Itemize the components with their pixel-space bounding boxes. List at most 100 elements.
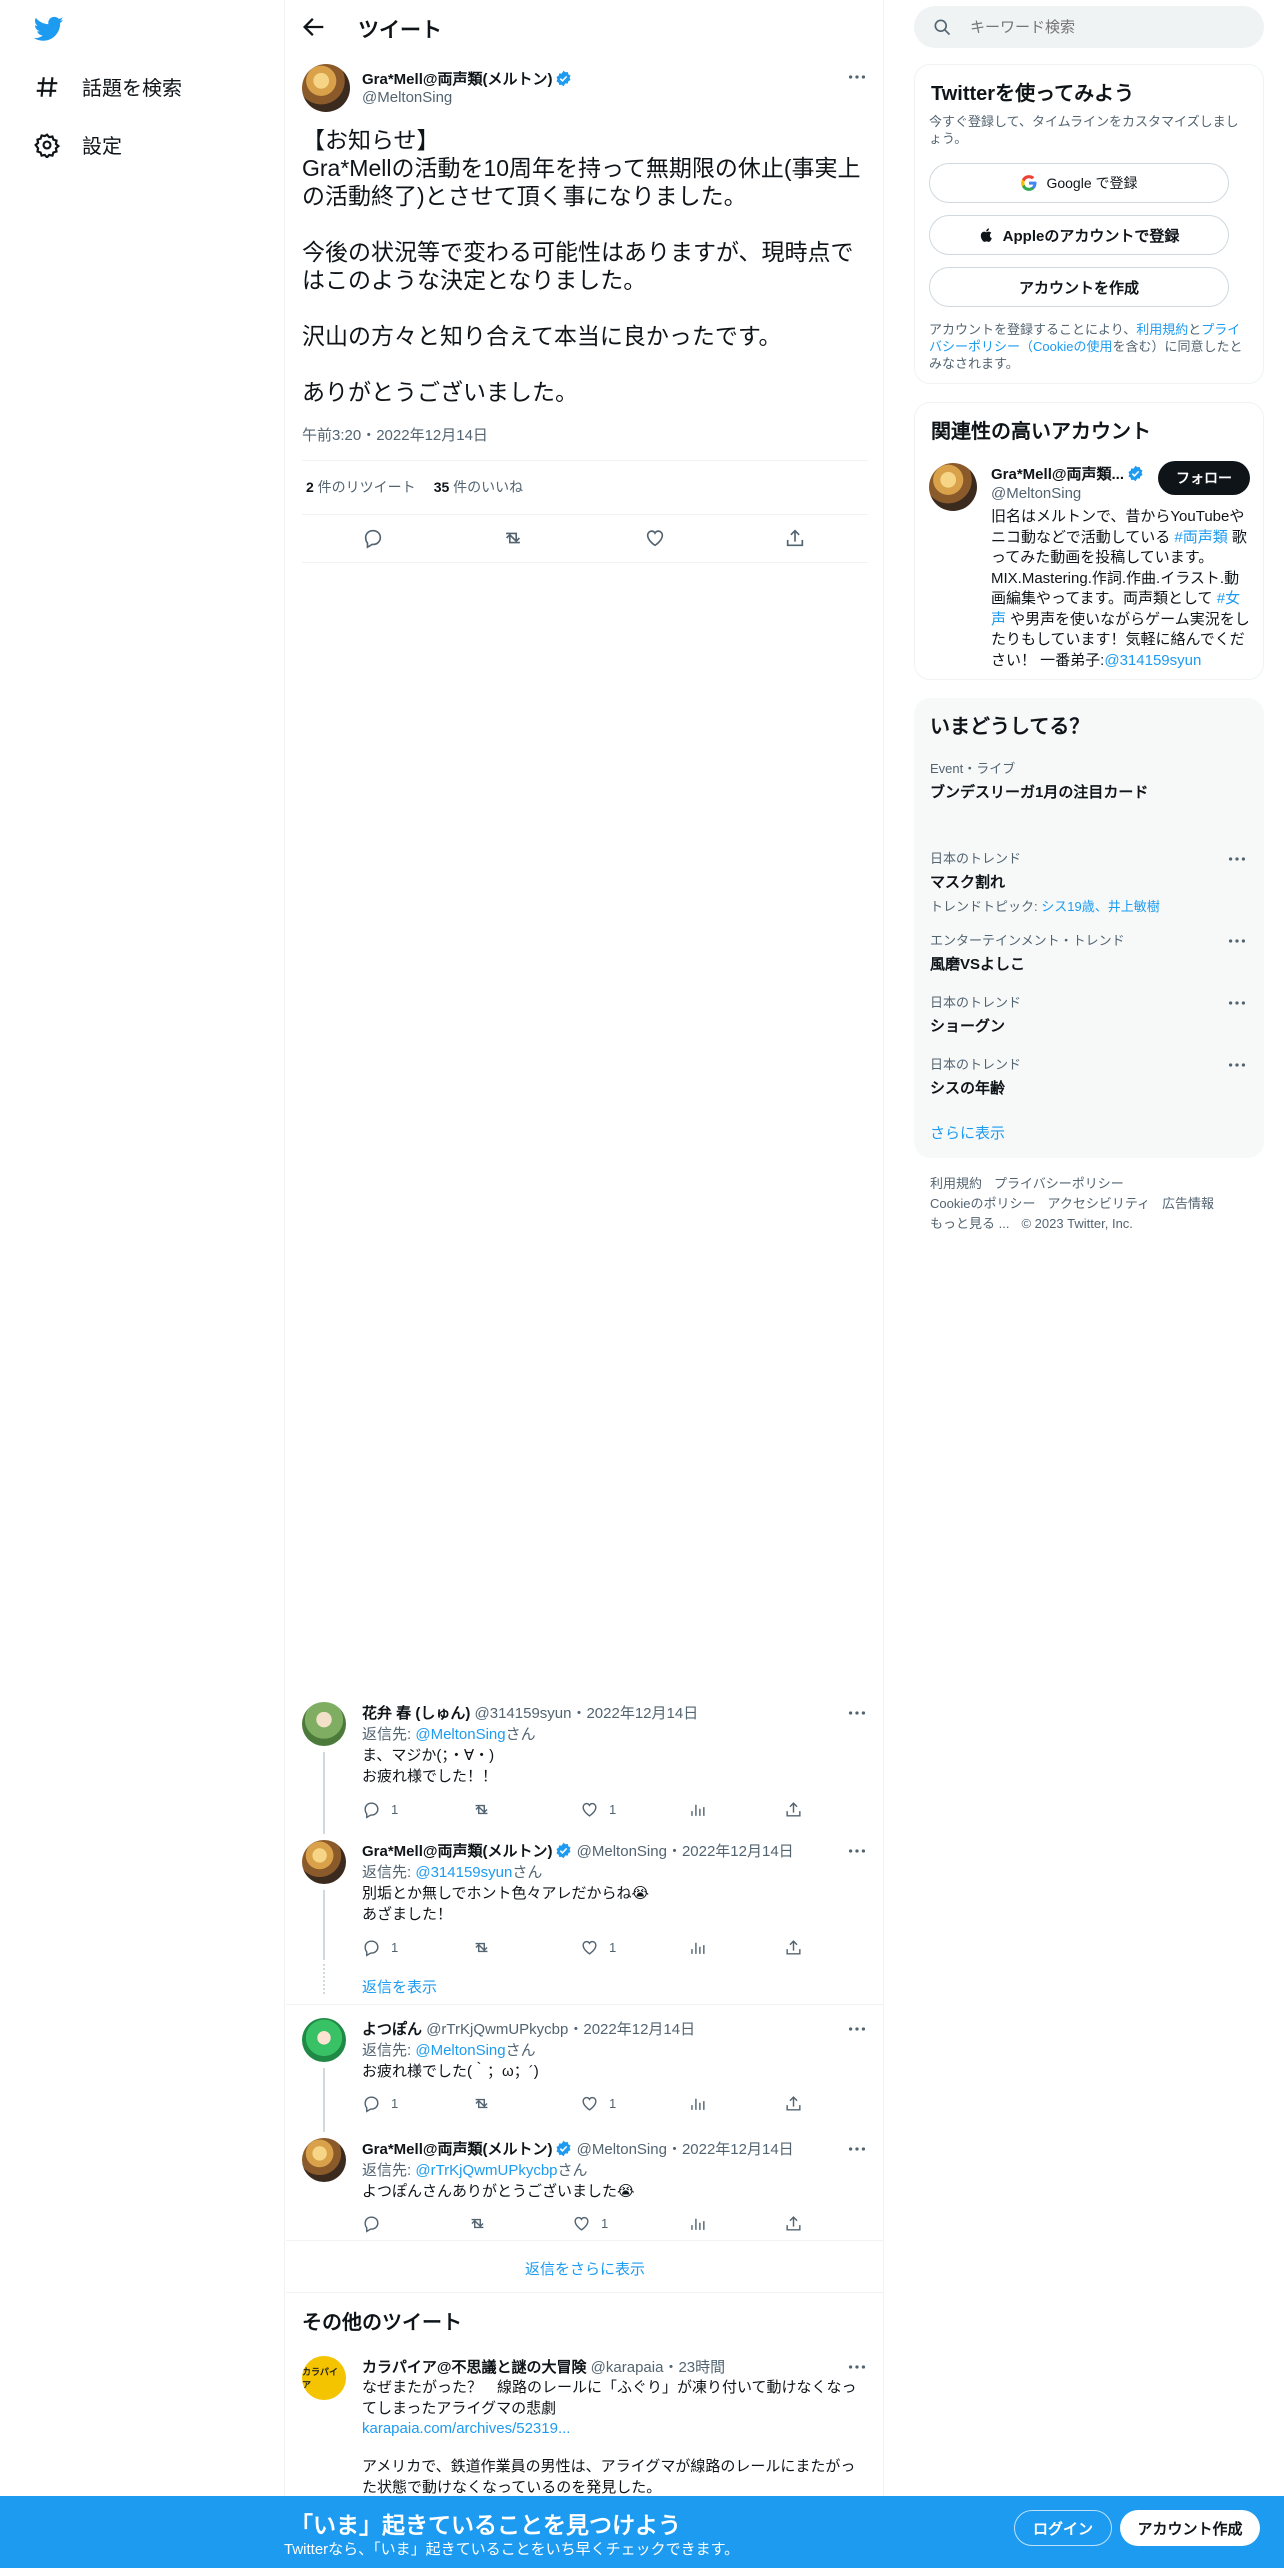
trend-item[interactable]: 日本のトレンド ショーグン bbox=[930, 992, 1248, 1036]
reply-date[interactable]: ・2022年12月14日 bbox=[667, 2141, 794, 2158]
more-options-icon[interactable] bbox=[846, 1840, 868, 1862]
reply-button[interactable]: 1 bbox=[362, 1938, 398, 1957]
cookie-link[interactable]: Cookieの使用 bbox=[1033, 339, 1112, 354]
replying-to-mention[interactable]: @MeltonSing bbox=[415, 2042, 505, 2059]
more-options-icon[interactable] bbox=[846, 2018, 868, 2040]
retweet-icon[interactable] bbox=[502, 527, 524, 549]
footer-more-link[interactable]: もっと見る ... bbox=[930, 1216, 1009, 1231]
share-icon[interactable] bbox=[784, 527, 806, 549]
reply-date[interactable]: ・2022年12月14日 bbox=[667, 1843, 794, 1860]
footer-cookie-link[interactable]: Cookieのポリシー bbox=[930, 1196, 1035, 1211]
show-more-replies-button[interactable]: 返信をさらに表示 bbox=[286, 2258, 884, 2279]
reply-date[interactable]: ・2022年12月14日 bbox=[571, 1705, 698, 1722]
footer-accessibility-link[interactable]: アクセシビリティ bbox=[1047, 1196, 1150, 1211]
tweet-time[interactable]: ・23時間 bbox=[663, 2359, 725, 2376]
replying-to-mention[interactable]: @rTrKjQwmUPkycbp bbox=[415, 2162, 557, 2179]
author-handle[interactable]: @karapaia bbox=[591, 2359, 664, 2376]
avatar[interactable] bbox=[302, 64, 350, 112]
like-button[interactable]: 1 bbox=[580, 1800, 616, 1819]
more-options-icon[interactable] bbox=[1226, 930, 1248, 952]
replying-to-mention[interactable]: @314159syun bbox=[415, 1864, 512, 1881]
search-bar[interactable] bbox=[914, 6, 1264, 48]
show-replies-link[interactable]: 返信を表示 bbox=[362, 1976, 437, 1997]
tweet-link[interactable]: karapaia.com/archives/52319... bbox=[362, 2420, 570, 2437]
trend-item[interactable]: Event・ライブ ブンデスリーガ1月の注目カード bbox=[930, 758, 1248, 802]
login-button[interactable]: ログイン bbox=[1014, 2510, 1112, 2546]
more-options-icon[interactable] bbox=[1226, 1054, 1248, 1076]
more-options-icon[interactable] bbox=[1226, 848, 1248, 870]
retweet-button[interactable] bbox=[472, 1938, 501, 1957]
share-button[interactable] bbox=[784, 2214, 803, 2233]
more-options-icon[interactable] bbox=[846, 2356, 868, 2378]
like-button[interactable]: 1 bbox=[580, 1938, 616, 1957]
author-handle[interactable]: @MeltonSing bbox=[577, 1843, 667, 1860]
more-tweet-item[interactable]: カラパイア カラパイア@不思議と謎の大冒険 @karapaia・23時間 なぜま… bbox=[286, 2356, 884, 2496]
retweet-button[interactable] bbox=[468, 2214, 497, 2233]
reply-button[interactable] bbox=[362, 2214, 391, 2233]
author-handle[interactable]: @MeltonSing bbox=[577, 2141, 667, 2158]
more-options-icon[interactable] bbox=[1226, 992, 1248, 1014]
author-name[interactable]: 花弁 春 (しゅん) bbox=[362, 1705, 470, 1722]
avatar[interactable] bbox=[302, 2018, 346, 2062]
related-account-name[interactable]: Gra*Mell@両声類... bbox=[991, 463, 1144, 484]
tweet-timestamp[interactable]: 午前3:20・2022年12月14日 bbox=[302, 424, 488, 445]
like-button[interactable]: 1 bbox=[580, 2094, 616, 2113]
twitter-logo-icon[interactable] bbox=[34, 14, 64, 44]
like-button[interactable]: 1 bbox=[572, 2214, 608, 2233]
bio-hashtag-link[interactable]: #両声類 bbox=[1174, 529, 1227, 546]
avatar[interactable] bbox=[302, 2138, 346, 2182]
footer-terms-link[interactable]: 利用規約 bbox=[930, 1176, 982, 1191]
author-name[interactable]: Gra*Mell@両声類(メルトン) bbox=[362, 2141, 552, 2158]
bio-mention-link[interactable]: @314159syun bbox=[1104, 652, 1201, 669]
nav-settings[interactable]: 設定 bbox=[34, 130, 122, 159]
replying-to-mention[interactable]: @MeltonSing bbox=[415, 1726, 505, 1743]
google-signup-button[interactable]: Google で登録 bbox=[929, 163, 1229, 203]
nav-explore[interactable]: 話題を検索 bbox=[34, 72, 182, 101]
reply-button[interactable]: 1 bbox=[362, 2094, 398, 2113]
author-handle[interactable]: @314159syun bbox=[475, 1705, 572, 1722]
avatar[interactable] bbox=[929, 463, 977, 511]
signup-button[interactable]: アカウント作成 bbox=[1120, 2510, 1260, 2546]
author-handle[interactable]: @MeltonSing bbox=[362, 89, 452, 106]
reply-button[interactable]: 1 bbox=[362, 1800, 398, 1819]
views-button[interactable] bbox=[688, 1938, 707, 1957]
like-icon[interactable] bbox=[644, 527, 666, 549]
retweet-button[interactable] bbox=[472, 1800, 501, 1819]
share-button[interactable] bbox=[784, 1800, 803, 1819]
search-input[interactable] bbox=[970, 6, 1250, 48]
more-options-icon[interactable] bbox=[846, 2138, 868, 2160]
terms-link[interactable]: 利用規約 bbox=[1136, 322, 1188, 337]
more-options-icon[interactable] bbox=[846, 66, 868, 88]
author-name[interactable]: よつぽん bbox=[362, 2021, 422, 2038]
trend-item[interactable]: 日本のトレンド シスの年齢 bbox=[930, 1054, 1248, 1098]
apple-signup-button[interactable]: Appleのアカウントで登録 bbox=[929, 215, 1229, 255]
author-handle[interactable]: @rTrKjQwmUPkycbp bbox=[426, 2021, 568, 2038]
trend-item[interactable]: エンターテインメント・トレンド 風磨VSよしこ bbox=[930, 930, 1248, 974]
avatar[interactable]: カラパイア bbox=[302, 2356, 346, 2400]
back-arrow-icon[interactable] bbox=[300, 13, 328, 41]
trend-item[interactable]: 日本のトレンド マスク割れ トレンドトピック: シス19歳、井上敏樹 bbox=[930, 848, 1248, 915]
trend-topic-link[interactable]: シス19歳、井上敏樹 bbox=[1041, 899, 1159, 914]
show-more-trends-link[interactable]: さらに表示 bbox=[930, 1122, 1005, 1143]
author-name[interactable]: Gra*Mell@両声類(メルトン) bbox=[362, 1843, 552, 1860]
avatar[interactable] bbox=[302, 1702, 346, 1746]
author-name[interactable]: Gra*Mell@両声類(メルトン) bbox=[362, 68, 572, 89]
views-button[interactable] bbox=[688, 2214, 707, 2233]
share-button[interactable] bbox=[784, 1938, 803, 1957]
reply-icon[interactable] bbox=[362, 527, 384, 549]
like-count[interactable]: 35 件のいいね bbox=[434, 477, 523, 497]
avatar[interactable] bbox=[302, 1840, 346, 1884]
footer-privacy-link[interactable]: プライバシーポリシー bbox=[994, 1176, 1124, 1191]
views-button[interactable] bbox=[688, 2094, 707, 2113]
share-button[interactable] bbox=[784, 2094, 803, 2113]
more-options-icon[interactable] bbox=[846, 1702, 868, 1724]
views-button[interactable] bbox=[688, 1800, 707, 1819]
follow-button[interactable]: フォロー bbox=[1158, 461, 1250, 495]
retweet-count[interactable]: 2 件のリツイート bbox=[306, 477, 416, 497]
retweet-button[interactable] bbox=[472, 2094, 501, 2113]
footer-ads-link[interactable]: 広告情報 bbox=[1162, 1196, 1214, 1211]
related-account-handle[interactable]: @MeltonSing bbox=[991, 485, 1081, 502]
reply-date[interactable]: ・2022年12月14日 bbox=[568, 2021, 695, 2038]
author-name[interactable]: カラパイア@不思議と謎の大冒険 bbox=[362, 2359, 586, 2376]
create-account-button[interactable]: アカウントを作成 bbox=[929, 267, 1229, 307]
